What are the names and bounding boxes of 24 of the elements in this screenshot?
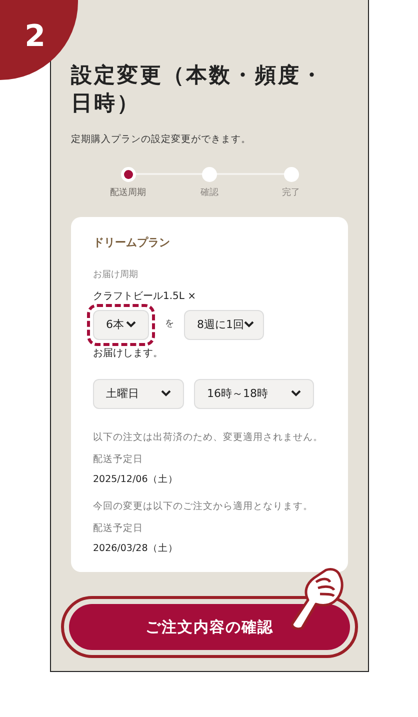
date-label: 配送予定日 xyxy=(93,453,144,467)
delivery-date: 2025/12/06（土） xyxy=(93,473,179,488)
step-label: 確認 xyxy=(200,187,218,200)
page-subtitle: 定期購入プランの設定変更ができます。 xyxy=(71,133,252,147)
select-field[interactable]: 16時～18時 xyxy=(194,378,314,409)
date-label: 配送予定日 xyxy=(93,522,144,536)
chevron-down-icon xyxy=(244,321,254,328)
notice-text: 今回の変更は以下のご注文から適用となります。 xyxy=(93,500,314,514)
chevron-down-icon xyxy=(126,321,136,328)
select-field[interactable]: 8週に1回 xyxy=(184,310,264,340)
step-label: 完了 xyxy=(282,187,300,200)
product-text: クラフトビール1.5L × xyxy=(93,290,198,304)
plan-name: ドリームプラン xyxy=(93,234,171,251)
confirm-button[interactable]: ご注文内容の確認 xyxy=(69,604,350,650)
select-field[interactable]: 土曜日 xyxy=(93,378,184,409)
deliver-text: お届けします。 xyxy=(93,346,164,361)
delivery-date: 2026/03/28（土） xyxy=(93,542,179,556)
connector-text: を xyxy=(165,318,174,331)
chevron-down-icon xyxy=(161,390,171,398)
step-label: 配送周期 xyxy=(110,187,146,200)
notice-text: 以下の注文は出荷済のため、変更適用されません。 xyxy=(93,430,324,445)
chevron-down-icon xyxy=(291,390,301,398)
field-label: お届け周期 xyxy=(93,269,139,282)
select-field[interactable]: 6本 xyxy=(93,310,149,340)
